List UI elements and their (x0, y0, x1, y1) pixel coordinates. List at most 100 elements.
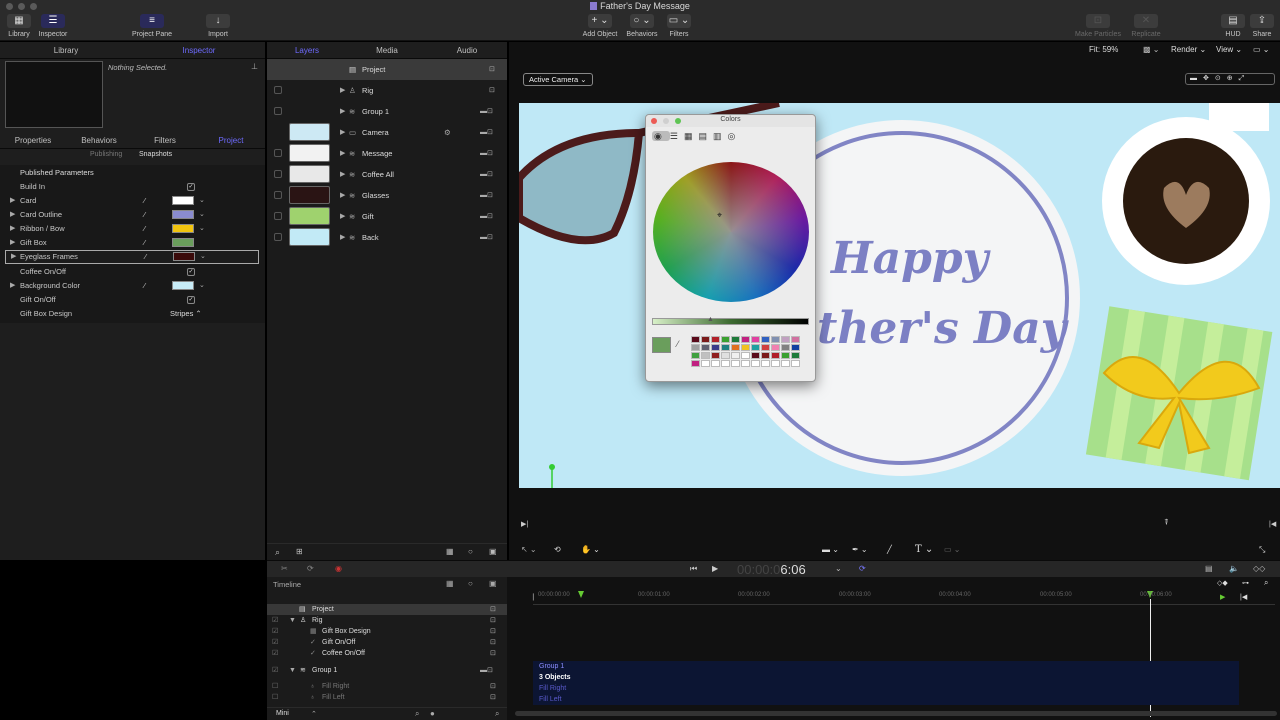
color-swatch[interactable] (691, 352, 700, 359)
layer-checkbox[interactable] (274, 107, 282, 115)
gift-box-color-well[interactable] (172, 238, 194, 247)
import-button[interactable]: ↓ Import (203, 14, 233, 40)
disclosure-open-icon[interactable]: ▼ (289, 665, 296, 676)
select-tool-icon[interactable]: ↖ ⌄ (521, 545, 537, 554)
lock-icon[interactable]: ⊡ (489, 80, 495, 101)
color-wheel[interactable]: ⌖ (653, 162, 809, 302)
record-icon[interactable]: ◉ (335, 564, 342, 573)
view-menu[interactable]: View ⌄ (1216, 45, 1242, 54)
color-swatch[interactable] (741, 352, 750, 359)
lock-icon[interactable]: ▬⊡ (480, 185, 493, 206)
color-swatch[interactable] (721, 352, 730, 359)
transform-tool-icon[interactable]: ⟲ (554, 545, 561, 554)
snapping-icon[interactable]: ⊶ (1242, 579, 1249, 587)
check-icon[interactable]: ☑ (272, 665, 278, 676)
hud-button[interactable]: ▤ HUD (1220, 14, 1246, 40)
color-sliders-tab-icon[interactable]: ☰ (670, 131, 684, 141)
layer-checkbox[interactable] (274, 149, 282, 157)
timeline-view-icon[interactable]: ▤ (1205, 564, 1213, 573)
in-marker-icon[interactable] (578, 591, 584, 598)
tab-inspector[interactable]: Inspector (133, 42, 265, 59)
tab-properties[interactable]: Properties (0, 133, 66, 149)
timeline-row-rig[interactable]: ☑ ▼ ♙ Rig ⊡ (267, 615, 507, 626)
volume-icon[interactable]: 🔈 (1229, 564, 1239, 573)
layer-row-message[interactable]: ▶ ≋ Message ▬⊡ (267, 143, 507, 164)
tab-behaviors[interactable]: Behaviors (66, 133, 132, 149)
check-icon[interactable]: ☑ (272, 637, 278, 648)
lock-icon[interactable]: ▬⊡ (480, 665, 493, 676)
color-swatch[interactable] (761, 360, 770, 367)
paint-tool-icon[interactable]: ╱ (887, 545, 892, 554)
layer-row-back[interactable]: ▶ ≋ Back ▬⊡ (267, 227, 507, 248)
color-swatch[interactable] (741, 344, 750, 351)
slider-knob-icon[interactable]: ▲ (707, 316, 714, 323)
color-swatch[interactable] (731, 360, 740, 367)
chevron-updown-icon[interactable]: ⌃ (311, 710, 317, 718)
text-tool-icon[interactable]: T ⌄ (915, 544, 933, 555)
check-icon[interactable]: ☐ (272, 692, 278, 703)
disclosure-triangle-icon[interactable]: ▶ (340, 227, 345, 248)
eyedropper-icon[interactable]: ⁄ (145, 250, 146, 264)
background-color-well[interactable] (172, 281, 194, 290)
check-icon[interactable]: ☐ (272, 681, 278, 692)
lock-icon[interactable]: ⊡ (490, 626, 496, 637)
zoom-to-fit-icon[interactable]: ⌕ (1264, 578, 1268, 588)
chevron-down-icon[interactable]: ⌄ (199, 194, 205, 208)
disclosure-triangle-icon[interactable]: ▶ (10, 222, 15, 236)
filters-button[interactable]: ▭ ⌄ Filters (663, 14, 695, 40)
crayons-tab-icon[interactable]: ▥ (713, 131, 728, 141)
end-marker-icon[interactable]: |◀ (1240, 593, 1247, 601)
eyedropper-icon[interactable]: ⁄ (144, 236, 145, 250)
gift-box-design-popup[interactable]: Stripes ⌃ (170, 307, 202, 321)
lock-icon[interactable]: ⊡ (489, 59, 495, 80)
timeline-row-fill-right[interactable]: ☐ ♁ Fill Right ⊡ (267, 681, 507, 692)
lock-icon[interactable]: ▬⊡ (480, 101, 493, 122)
tab-layers[interactable]: Layers (267, 42, 347, 59)
lock-icon[interactable]: ⊡ (490, 692, 496, 703)
add-object-button[interactable]: + ⌄ Add Object (578, 14, 622, 40)
timecode-display[interactable]: 00:00:06:06 (737, 561, 806, 578)
timeline-row-group1[interactable]: ☑ ▼ ≋ Group 1 ▬⊡ (267, 665, 507, 676)
color-swatch[interactable] (691, 344, 700, 351)
current-color-well[interactable] (652, 337, 671, 353)
playhead-marker-icon[interactable]: ⍒ (1164, 518, 1169, 528)
color-swatch[interactable] (771, 352, 780, 359)
play-icon[interactable]: ▶ (712, 564, 718, 573)
disclosure-triangle-icon[interactable]: ▶ (340, 206, 345, 227)
eyedropper-icon[interactable]: ⁄ (144, 279, 145, 293)
loop-icon[interactable]: ⟳ (307, 564, 314, 573)
skip-start-icon[interactable]: ⏮ (690, 564, 697, 574)
color-swatch[interactable] (761, 352, 770, 359)
color-wheel-cursor-icon[interactable]: ⌖ (717, 210, 722, 221)
chevron-down-icon[interactable]: ⌄ (199, 208, 205, 222)
color-swatch[interactable] (691, 360, 700, 367)
sync-icon[interactable]: ⟳ (859, 564, 866, 573)
fullscreen-icon[interactable]: ⤡ (1259, 545, 1265, 555)
color-swatch[interactable] (791, 360, 800, 367)
disclosure-triangle-icon[interactable]: ▶ (10, 279, 15, 293)
out-point-icon[interactable]: |◀ (1269, 520, 1276, 528)
grid-icon[interactable]: ▦ (446, 547, 454, 556)
color-swatch[interactable] (721, 360, 730, 367)
chevron-down-icon[interactable]: ⌄ (199, 279, 205, 293)
search-icon[interactable]: ⌕ (275, 547, 280, 558)
filter-icon[interactable]: ▣ (489, 547, 497, 556)
mini-popup[interactable]: Mini (276, 710, 289, 717)
tab-filters[interactable]: Filters (132, 133, 198, 149)
replicate-button[interactable]: ✕ Replicate (1128, 14, 1164, 40)
layout-icon[interactable]: ▭ ⌄ (1253, 45, 1269, 54)
add-layer-icon[interactable]: ⊞ (296, 547, 303, 556)
render-menu[interactable]: Render ⌄ (1171, 45, 1206, 54)
pan-tool-icon[interactable]: ✋ ⌄ (581, 545, 600, 554)
keyframe-icon[interactable]: ◇◆ (1217, 579, 1228, 587)
color-swatch[interactable] (711, 360, 720, 367)
color-channels-icon[interactable]: ▩ ⌄ (1143, 45, 1159, 54)
color-swatch[interactable] (731, 352, 740, 359)
layer-checkbox[interactable] (274, 191, 282, 199)
timeline-row-coffee-on-off[interactable]: ☑ ✓ Coffee On/Off ⊡ (267, 648, 507, 659)
zoom-in-icon[interactable]: ⌕ (495, 709, 499, 719)
eyedropper-icon[interactable]: ⁄ (144, 208, 145, 222)
image-palettes-tab-icon[interactable]: ▤ (698, 131, 713, 141)
camera-tools[interactable]: ▬✥⊙⊕⤢ (1185, 73, 1275, 85)
tab-audio[interactable]: Audio (427, 42, 507, 59)
